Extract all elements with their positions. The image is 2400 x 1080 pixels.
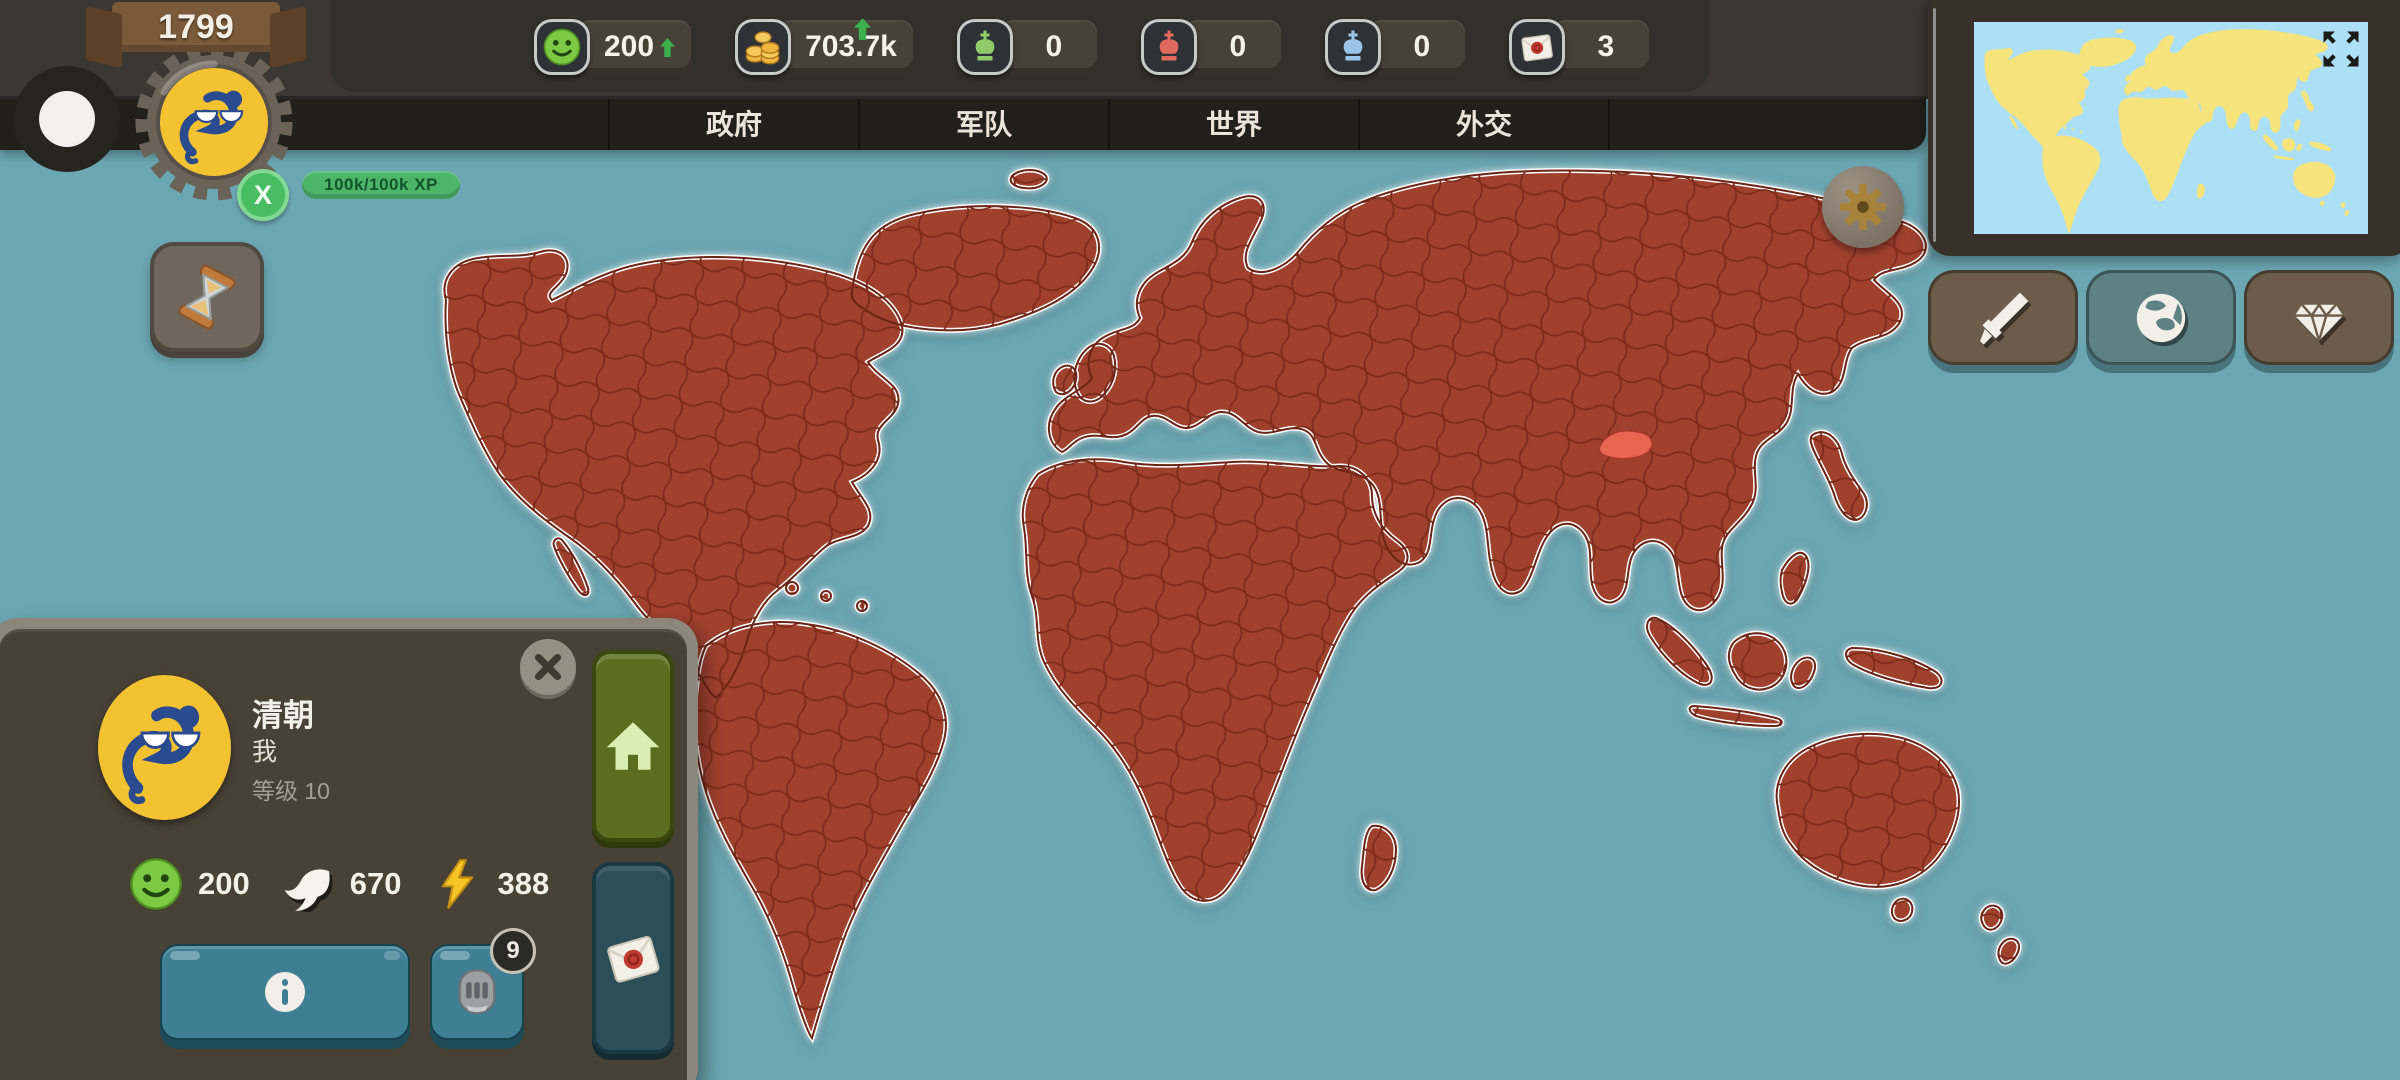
crown-red-icon — [1141, 19, 1197, 75]
stat-doves: 670 — [280, 856, 402, 912]
crown-blue-icon — [1325, 19, 1381, 75]
info-icon — [261, 968, 309, 1016]
war-button[interactable] — [1928, 270, 2078, 365]
smiley-icon — [534, 19, 590, 75]
year-label: 1799 — [158, 8, 234, 47]
xp-label: 100k/100k XP — [324, 175, 438, 195]
crown-red-value: 0 — [1229, 30, 1246, 64]
avatar — [98, 675, 231, 820]
army-count-label: 9 — [506, 937, 519, 965]
stat-happiness: 200 — [128, 856, 250, 912]
home-button[interactable] — [592, 650, 674, 842]
stat-happiness-value: 200 — [198, 866, 250, 902]
stat-doves-value: 670 — [350, 866, 402, 902]
info-button[interactable] — [160, 944, 410, 1040]
world-view-button[interactable] — [2086, 270, 2236, 365]
stat-energy: 388 — [431, 858, 549, 910]
mail-icon — [1509, 19, 1565, 75]
close-button[interactable] — [520, 639, 576, 695]
sword-icon — [1974, 289, 2032, 347]
hourglass-icon — [174, 264, 240, 330]
resource-crown-blue[interactable]: 0 — [1325, 19, 1465, 75]
mail-value: 3 — [1597, 30, 1614, 64]
coins-icon — [735, 19, 791, 75]
messages-button[interactable] — [592, 862, 674, 1054]
white-circle-button[interactable] — [14, 66, 120, 172]
happiness-value: 200 — [604, 30, 654, 64]
country-stats: 200 670 388 — [128, 856, 549, 912]
globe-icon — [2132, 289, 2190, 347]
lightning-icon — [431, 858, 483, 910]
army-count-badge: 9 — [490, 928, 536, 974]
helmet-icon — [451, 966, 503, 1018]
crown-green-icon — [957, 19, 1013, 75]
dragon-flag — [160, 68, 268, 176]
xp-progress: 100k/100k XP — [302, 171, 460, 199]
smiley-icon — [128, 856, 184, 912]
level-roman-badge: X — [237, 169, 289, 221]
crown-green-value: 0 — [1045, 30, 1062, 64]
year-banner: 1799 — [112, 2, 280, 52]
dove-icon — [280, 856, 336, 912]
resource-gold[interactable]: 703.7k — [735, 19, 913, 75]
white-circle-core — [39, 91, 95, 147]
menu-item-diplomacy[interactable]: 外交 — [1358, 96, 1610, 150]
trend-up-icon — [854, 18, 871, 40]
resource-bar: 200 703.7k 0 0 0 3 — [534, 10, 1649, 84]
gear-icon — [1840, 184, 1886, 230]
country-level: 等级 10 — [252, 772, 330, 806]
trend-up-icon — [660, 38, 675, 57]
home-icon — [603, 716, 663, 776]
resource-crown-green[interactable]: 0 — [957, 19, 1097, 75]
menu-item-army[interactable]: 军队 — [858, 96, 1108, 150]
diamond-icon — [2290, 289, 2348, 347]
menu-item-world[interactable]: 世界 — [1108, 96, 1358, 150]
premium-button[interactable] — [2244, 270, 2394, 365]
hourglass-button[interactable] — [150, 242, 264, 352]
expand-icon — [2320, 28, 2362, 70]
country-panel: 清朝 我 等级 10 200 670 388 9 — [0, 618, 698, 1080]
resource-mail[interactable]: 3 — [1509, 19, 1649, 75]
resource-happiness[interactable]: 200 — [534, 19, 691, 75]
country-name: 清朝 — [252, 690, 314, 735]
close-icon — [529, 648, 567, 686]
expand-button[interactable] — [2320, 28, 2362, 70]
settings-button[interactable] — [1822, 166, 1904, 248]
crown-blue-value: 0 — [1413, 30, 1430, 64]
level-roman-label: X — [254, 180, 272, 211]
stat-energy-value: 388 — [497, 866, 549, 902]
envelope-seal-icon — [596, 921, 671, 996]
country-owner: 我 — [252, 732, 277, 768]
gold-value: 703.7k — [805, 30, 897, 64]
minimap[interactable] — [1974, 22, 2368, 234]
menu-item-government[interactable]: 政府 — [608, 96, 858, 150]
resource-crown-red[interactable]: 0 — [1141, 19, 1281, 75]
minimap-panel — [1928, 0, 2400, 256]
